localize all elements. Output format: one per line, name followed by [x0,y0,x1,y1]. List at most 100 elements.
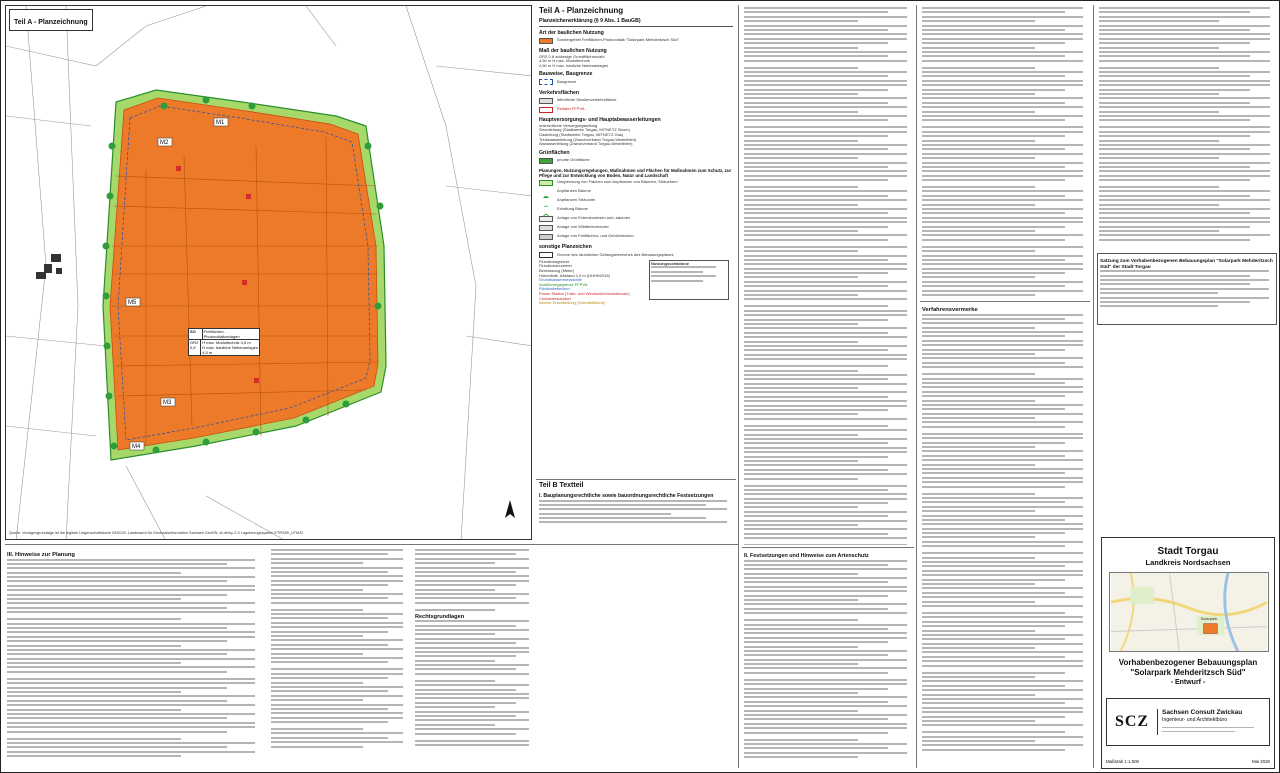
fine-print-line [744,400,907,403]
fine-print-line [744,59,907,62]
fine-print-line [744,344,907,347]
fine-print-line [271,677,388,680]
fine-print-line [744,238,889,241]
fine-print-line [922,267,1084,270]
fine-print-line [1099,130,1270,133]
fine-print-line [1099,114,1270,117]
fine-print-line [7,589,256,592]
fine-print-line [922,221,1084,224]
fine-print-line [415,584,517,587]
fine-print-line [922,339,1084,342]
fine-print-line [415,728,530,731]
fine-print-line [744,254,907,257]
fine-print-line [744,577,907,580]
fine-print-line [744,294,859,297]
fine-print-line [744,751,907,754]
swatch-boundary [539,252,553,259]
fine-print-line [744,75,889,78]
fine-print-line [271,694,403,697]
fine-print-line [271,617,388,620]
fine-print-line [415,553,517,556]
fine-print-line [415,588,496,591]
fine-print-line [922,425,1065,428]
fine-print-line [744,696,907,699]
fine-print-line [922,565,1065,568]
fine-print-line [415,608,496,611]
fine-print-line [922,536,1035,539]
fine-print-line [922,106,1084,109]
fine-print-line [744,114,907,117]
fine-print-line [922,611,1065,614]
hinweise-panel: III. Hinweise zur Planung [5,547,265,769]
fine-print-line [7,691,182,694]
plan-drawing-panel: M1 M2 M3 M4 M5 Teil A - Planzeichnung SO [5,5,532,540]
fine-print-line [271,566,403,569]
fine-print-line [922,179,1065,182]
fine-print-line [922,101,1065,104]
fine-print-line [922,561,1084,564]
verfahren-panel: Verfahrensvermerke [920,301,1090,761]
legend-sec7-item-4: Anlage von Extensivwiesen und -säumen [557,216,631,221]
fine-print-line [744,358,907,361]
fine-print-line [271,592,403,595]
fine-print-line [922,152,1084,155]
fine-print-line [271,549,403,551]
fine-print-line [744,331,889,334]
fine-print-line [922,540,1084,543]
fine-print-line [271,736,388,739]
fine-print-line [922,212,1065,215]
fine-print-line [922,348,1065,351]
divider-1 [738,5,739,768]
fine-print-line [922,625,1065,628]
fine-print-line [744,258,889,261]
fine-print-line [922,11,1065,14]
fine-print-line [744,106,907,109]
teil-b-title: Teil B Textteil [539,482,584,489]
fine-print-line [922,157,1035,160]
fine-print-line [744,607,889,610]
fine-print-line [744,585,907,588]
fine-print-line [744,143,907,146]
fine-print-line [1099,170,1270,173]
fine-print-line [7,618,182,621]
fine-print-line [922,250,1035,253]
fine-print-line [922,740,1035,743]
fine-print-line [744,678,907,681]
fine-print-line [922,199,1084,202]
legend-sec7-item-6: Anlage von Freiflächen- und Gehölzhecken [557,234,634,239]
legend-sec7-item-5: Anlage von Wildtierkorridoren [557,225,610,230]
fine-print-line [922,620,1084,623]
fine-print-line [7,717,228,720]
fine-print-line [1099,135,1251,138]
fine-print-line [744,568,907,571]
fine-print-line [744,731,889,734]
fine-print-line [922,24,1084,27]
fine-print-line [922,412,1084,415]
fine-print-line [744,671,889,674]
title-date: Mai 2026 [1251,759,1270,764]
fine-print-line [744,42,889,45]
bottom-divider [5,544,738,545]
fine-print-line [922,186,1035,189]
fine-print-line [744,705,907,708]
source-note: Quelle: Vorlagengrundlage ist die digita… [9,531,304,536]
fine-print-line [744,20,859,23]
fine-print-line [271,570,388,573]
title-plan: Vorhabenbezogener Bebauungsplan [1118,658,1258,667]
fine-print-line [922,313,1084,316]
fine-print-line [415,601,530,604]
fine-print-line [744,599,859,602]
fine-print-line [7,640,228,643]
fine-print-line [922,148,1065,151]
title-county: Landkreis Nordsachsen [1145,558,1231,567]
fine-print-line [922,93,1035,96]
legend-panel: Teil A - Planzeichnung Planzeichenerklär… [536,5,736,475]
fine-print-line [7,695,256,698]
fine-print-line [744,417,907,420]
fine-print-line [744,497,907,500]
fine-print-line [922,165,1065,168]
fine-print-line [1099,106,1270,109]
firm-logo: SCZ [1114,713,1150,730]
swatch-hedge [539,233,553,240]
fine-print-line [744,327,907,330]
